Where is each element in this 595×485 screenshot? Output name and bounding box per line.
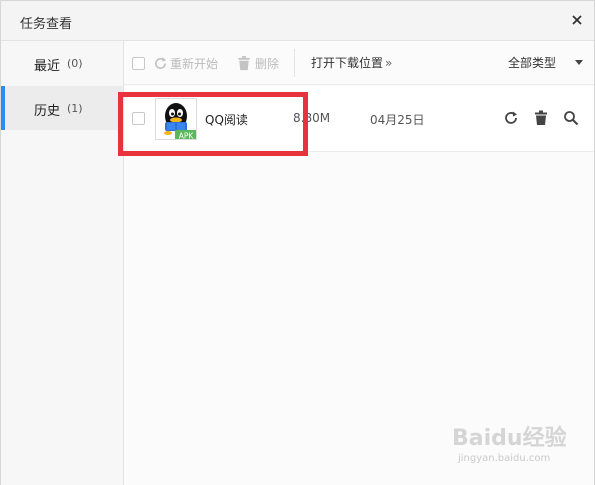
locate-file-button[interactable] <box>563 110 579 126</box>
file-date: 04月25日 <box>370 113 425 127</box>
watermark-brand: Baidu经验 <box>452 426 567 451</box>
sidebar-item-label: 历史 <box>34 104 61 119</box>
row-checkbox[interactable] <box>132 112 145 125</box>
sidebar: 最近 (0) 历史 (1) <box>1 41 124 485</box>
file-size: 8.80M <box>293 111 331 125</box>
trash-icon <box>238 56 250 71</box>
trash-icon <box>535 110 547 125</box>
apk-badge: APK <box>179 132 195 141</box>
select-all-checkbox[interactable] <box>132 57 145 70</box>
sidebar-item-count: (0) <box>67 57 83 70</box>
baidu-watermark: Baidu经验 jingyan.baidu.com <box>452 418 587 472</box>
file-name: QQ阅读 <box>205 113 248 127</box>
app-icon: APK <box>155 98 197 140</box>
sidebar-item-history[interactable]: 历史 (1) <box>1 86 123 130</box>
close-icon <box>572 15 582 25</box>
sidebar-item-label: 最近 <box>34 59 61 74</box>
search-icon <box>564 111 579 126</box>
double-chevron-right-icon: » <box>385 56 393 70</box>
delete-row-button[interactable] <box>533 110 549 126</box>
restart-icon <box>155 56 167 69</box>
redownload-button[interactable] <box>503 110 519 126</box>
title-bar: 任务查看 <box>1 1 594 41</box>
download-row[interactable]: APK QQ阅读 8.80M 04月25日 <box>124 86 594 152</box>
type-filter-dropdown[interactable]: 全部类型 <box>508 54 583 71</box>
toolbar: 重新开始 删除 打开下载位置» 全部类型 <box>124 41 594 85</box>
watermark-url: jingyan.baidu.com <box>458 453 551 464</box>
dialog-title: 任务查看 <box>20 17 73 32</box>
sidebar-item-count: (1) <box>67 102 83 115</box>
open-download-location-link[interactable]: 打开下载位置» <box>311 54 392 71</box>
open-location-label: 打开下载位置 <box>311 56 384 70</box>
type-filter-label: 全部类型 <box>508 56 557 70</box>
qq-penguin-icon: APK <box>156 99 196 141</box>
toolbar-divider <box>294 49 295 77</box>
delete-label: 删除 <box>255 57 280 71</box>
caret-down-icon <box>575 60 583 65</box>
task-view-dialog: 任务查看 最近 (0) 历史 (1) 重新开始 删除 打开下载位置 » 全部类型… <box>0 0 595 485</box>
close-button[interactable] <box>568 11 586 29</box>
sidebar-item-recent[interactable]: 最近 (0) <box>1 41 123 85</box>
restart-label: 重新开始 <box>170 57 219 71</box>
refresh-icon <box>505 111 517 124</box>
active-indicator <box>1 86 5 130</box>
